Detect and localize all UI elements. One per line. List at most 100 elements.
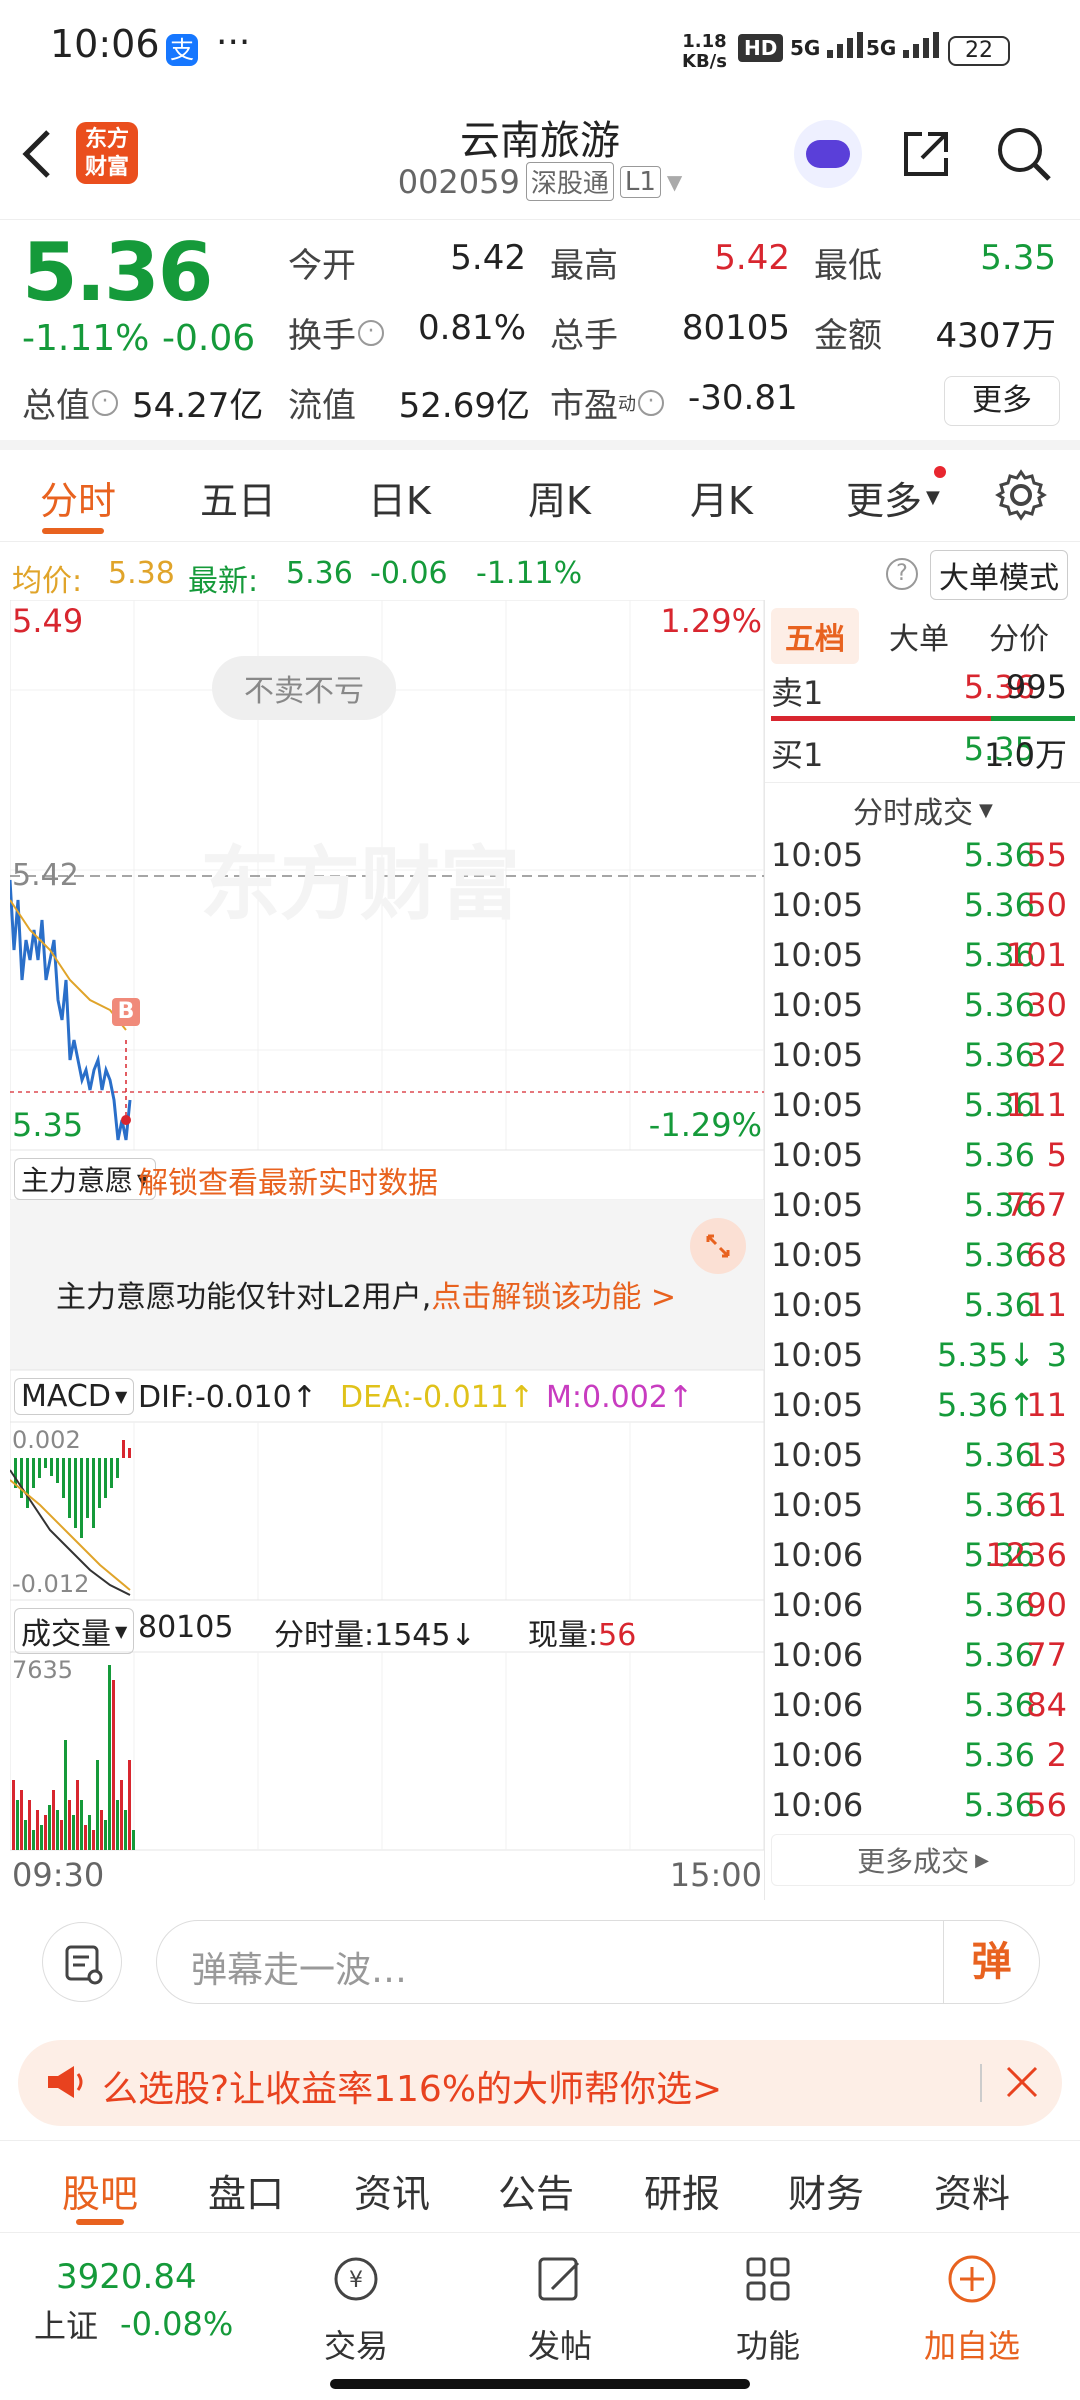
trade-time: 10:05 — [771, 986, 864, 1024]
volume-now: 现量:56 — [528, 1618, 637, 1653]
last-change: -0.06 — [370, 556, 448, 591]
tab-intraday[interactable]: 分时 — [40, 470, 116, 525]
tab-more[interactable]: 更多 ▼ — [846, 466, 946, 525]
search-icon[interactable] — [994, 124, 1054, 188]
expand-icon[interactable] — [690, 1218, 746, 1274]
tab-five-day[interactable]: 五日 — [200, 470, 276, 525]
float-value: 52.69亿 — [398, 386, 530, 426]
megaphone-icon — [44, 2060, 88, 2108]
help-icon[interactable]: ? — [886, 558, 918, 590]
volume-selector[interactable]: 成交量 ▼ — [14, 1608, 135, 1654]
open-value: 5.42 — [450, 238, 526, 278]
zl-unlock-text[interactable]: 解锁查看最新实时数据 — [138, 1158, 438, 1202]
trade-volume: 77 — [1026, 1636, 1067, 1674]
mcap-label[interactable]: 总值 · — [22, 378, 118, 427]
trade-row: 10:05 5.36 5 — [765, 1136, 1075, 1186]
nav-post[interactable]: 发帖 — [490, 2243, 630, 2367]
pe-label[interactable]: 市盈 动 · — [550, 378, 664, 427]
avg-label: 均价: — [12, 564, 83, 599]
alipay-icon: 支 — [166, 34, 198, 66]
trade-time: 10:06 — [771, 1586, 864, 1624]
trade-volume: 3 — [1046, 1336, 1067, 1374]
chevron-down-icon: ▼ — [114, 1387, 128, 1406]
trade-row: 10:05 5.36 767 — [765, 1186, 1075, 1236]
trade-time: 10:06 — [771, 1636, 864, 1674]
high-label: 最高 — [550, 246, 618, 286]
chat-list-icon[interactable] — [42, 1922, 122, 2002]
turnover-value: 0.81% — [417, 308, 526, 348]
nav-trade[interactable]: ¥ 交易 — [286, 2243, 426, 2367]
tab-monthly-k[interactable]: 月K — [690, 470, 753, 525]
trade-volume: 11 — [1026, 1386, 1067, 1424]
tab-profile[interactable]: 资料 — [934, 2163, 1010, 2218]
red-dot — [933, 466, 946, 478]
gear-icon[interactable] — [994, 468, 1048, 526]
turnover-label[interactable]: 换手 · — [288, 308, 384, 357]
tab-daily-k[interactable]: 日K — [368, 470, 431, 525]
grid-icon — [746, 2257, 790, 2301]
tab-underline — [42, 528, 104, 534]
close-icon[interactable] — [1002, 2062, 1042, 2106]
index-change: -0.08% — [120, 2305, 234, 2343]
tab-finance[interactable]: 财务 — [788, 2163, 864, 2218]
promo-banner[interactable]: 么选股?让收益率116%的大师帮你选> — [18, 2040, 1062, 2126]
macd-selector[interactable]: MACD ▼ — [14, 1378, 135, 1415]
ob-tab-price[interactable]: 分价 — [989, 614, 1049, 658]
last-value: 5.36 — [286, 556, 353, 591]
tab-announce[interactable]: 公告 — [498, 2163, 574, 2218]
signal-icon — [903, 32, 940, 58]
quote-panel: 5.36 -1.11% -0.06 今开 5.42 最高 5.42 最低 5.3… — [0, 220, 1080, 450]
volume-minute: 分时量:1545↓ — [274, 1618, 476, 1653]
nav-add-watchlist[interactable]: 加自选 — [902, 2243, 1042, 2367]
trade-price: 5.36 — [963, 886, 1035, 924]
index-widget[interactable]: 3920.84 上证 -0.08% — [34, 2257, 274, 2347]
ob-tab-big[interactable]: 大单 — [889, 614, 949, 658]
nav-function[interactable]: 功能 — [698, 2243, 838, 2367]
sell-bubble[interactable]: 不卖不亏 — [212, 656, 396, 720]
tab-pankou[interactable]: 盘口 — [208, 2163, 284, 2218]
buy-marker[interactable]: B — [112, 998, 140, 1026]
signal-icon — [827, 32, 864, 58]
content-tabs: 股吧 盘口 资讯 公告 研报 财务 资料 — [0, 2140, 1080, 2232]
stock-code: 002059 — [397, 162, 520, 201]
pe-value: -30.81 — [688, 378, 798, 418]
open-label: 今开 — [288, 246, 356, 286]
trade-volume: 68 — [1026, 1236, 1067, 1274]
zl-unlock-link[interactable]: 点击解锁该功能 > — [431, 1272, 676, 1316]
macd-bottom: -0.012 — [12, 1570, 90, 1598]
danmu-input[interactable]: 弹幕走一波… 弹 — [156, 1920, 1040, 2004]
time-end: 15:00 — [669, 1856, 762, 1894]
robot-avatar-icon[interactable] — [794, 120, 862, 188]
tab-news[interactable]: 资讯 — [354, 2163, 430, 2218]
chevron-down-icon: ▼ — [115, 1621, 128, 1641]
banner-text: 么选股?让收益率116%的大师帮你选> — [102, 2069, 723, 2110]
tab-guba[interactable]: 股吧 — [62, 2163, 138, 2218]
danmu-send-button[interactable]: 弹 — [943, 1921, 1039, 2003]
trade-volume: 55 — [1026, 836, 1067, 874]
tab-research[interactable]: 研报 — [644, 2163, 720, 2218]
share-icon[interactable] — [898, 126, 954, 186]
chart-min-price: 5.35 — [12, 1106, 84, 1144]
trade-price: 5.36 — [963, 986, 1035, 1024]
trades-title[interactable]: 分时成交 ▼ — [853, 788, 993, 832]
trade-row: 10:05 5.36 55 — [765, 836, 1075, 886]
ref-price: 5.42 — [12, 858, 79, 893]
trade-row: 10:05 5.36 50 — [765, 886, 1075, 936]
more-trades-button[interactable]: 更多成交 ▶ — [771, 1834, 1075, 1886]
amount-value: 4307万 — [935, 316, 1056, 356]
macd-dif: DIF:-0.010↑ — [138, 1380, 317, 1415]
more-quote-button[interactable]: 更多 — [944, 376, 1060, 426]
trade-row: 10:06 5.36 1236 — [765, 1536, 1075, 1586]
ob-tab-five[interactable]: 五档 — [771, 608, 859, 664]
zl-selector[interactable]: 主力意愿 ▼ — [14, 1158, 157, 1200]
bottom-nav: 3920.84 上证 -0.08% ¥ 交易 发帖 功能 加自选 — [0, 2232, 1080, 2400]
trade-time: 10:05 — [771, 1086, 864, 1124]
time-start: 09:30 — [12, 1856, 105, 1894]
trade-volume: 32 — [1026, 1036, 1067, 1074]
chart-area[interactable]: 5.49 1.29% 不卖不亏 东方财富 5.42 B 5.35 -1.29% … — [10, 600, 764, 1900]
big-order-mode-button[interactable]: 大单模式 — [930, 550, 1068, 600]
trade-time: 10:05 — [771, 1186, 864, 1224]
trade-volume: 101 — [1005, 936, 1067, 974]
tab-weekly-k[interactable]: 周K — [528, 470, 591, 525]
trade-volume: 90 — [1026, 1586, 1067, 1624]
